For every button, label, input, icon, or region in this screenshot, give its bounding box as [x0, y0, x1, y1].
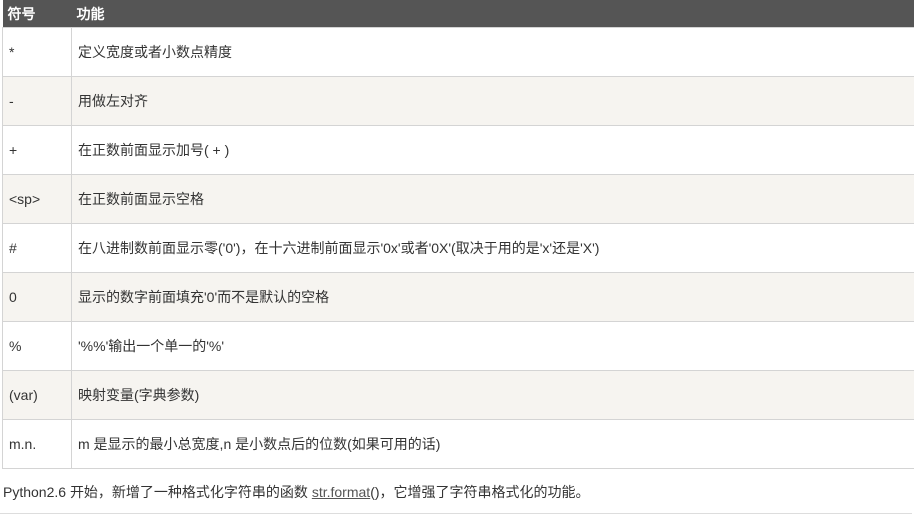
table-row: m.n. m 是显示的最小总宽度,n 是小数点后的位数(如果可用的话) [2, 419, 914, 469]
symbol-cell: % [2, 321, 72, 371]
symbol-cell: <sp> [2, 174, 72, 224]
symbol-cell: 0 [2, 272, 72, 322]
table-row: * 定义宽度或者小数点精度 [2, 27, 914, 77]
symbol-cell: * [2, 27, 72, 77]
paragraph-text: Python2.6 开始，新增了一种格式化字符串的函数 [3, 484, 312, 500]
symbol-cell: - [2, 76, 72, 126]
description-cell: 定义宽度或者小数点精度 [71, 27, 914, 77]
description-cell: 映射变量(字典参数) [71, 370, 914, 420]
description-cell: 在正数前面显示空格 [71, 174, 914, 224]
table-row: 0 显示的数字前面填充'0'而不是默认的空格 [2, 272, 914, 322]
description-cell: 在正数前面显示加号( + ) [71, 125, 914, 175]
table-row: (var) 映射变量(字典参数) [2, 370, 914, 420]
table-row: % '%%'输出一个单一的'%' [2, 321, 914, 371]
format-symbol-table: 符号 功能 * 定义宽度或者小数点精度 - 用做左对齐 + 在正数前面显示加号( + ) <… [2, 0, 914, 469]
table-row: <sp> 在正数前面显示空格 [2, 174, 914, 224]
description-cell: 在八进制数前面显示零('0')，在十六进制前面显示'0x'或者'0X'(取决于用… [71, 223, 914, 273]
description-cell: m 是显示的最小总宽度,n 是小数点后的位数(如果可用的话) [71, 419, 914, 469]
symbol-cell: # [2, 223, 72, 273]
str-format-link[interactable]: str.format [312, 484, 370, 500]
symbol-cell: m.n. [2, 419, 72, 469]
paragraph-text-end: ()，它增强了字符串格式化的功能。 [370, 484, 590, 500]
table-row: - 用做左对齐 [2, 76, 914, 126]
description-cell: '%%'输出一个单一的'%' [71, 321, 914, 371]
divider [0, 513, 912, 514]
description-cell: 用做左对齐 [71, 76, 914, 126]
header-function: 功能 [71, 0, 914, 28]
symbol-cell: (var) [2, 370, 72, 420]
symbol-cell: + [2, 125, 72, 175]
intro-paragraph: Python2.6 开始，新增了一种格式化字符串的函数 str.format()… [3, 477, 914, 507]
table-row: + 在正数前面显示加号( + ) [2, 125, 914, 175]
description-cell: 显示的数字前面填充'0'而不是默认的空格 [71, 272, 914, 322]
header-symbol: 符号 [2, 0, 72, 28]
table-row: # 在八进制数前面显示零('0')，在十六进制前面显示'0x'或者'0X'(取决于… [2, 223, 914, 273]
